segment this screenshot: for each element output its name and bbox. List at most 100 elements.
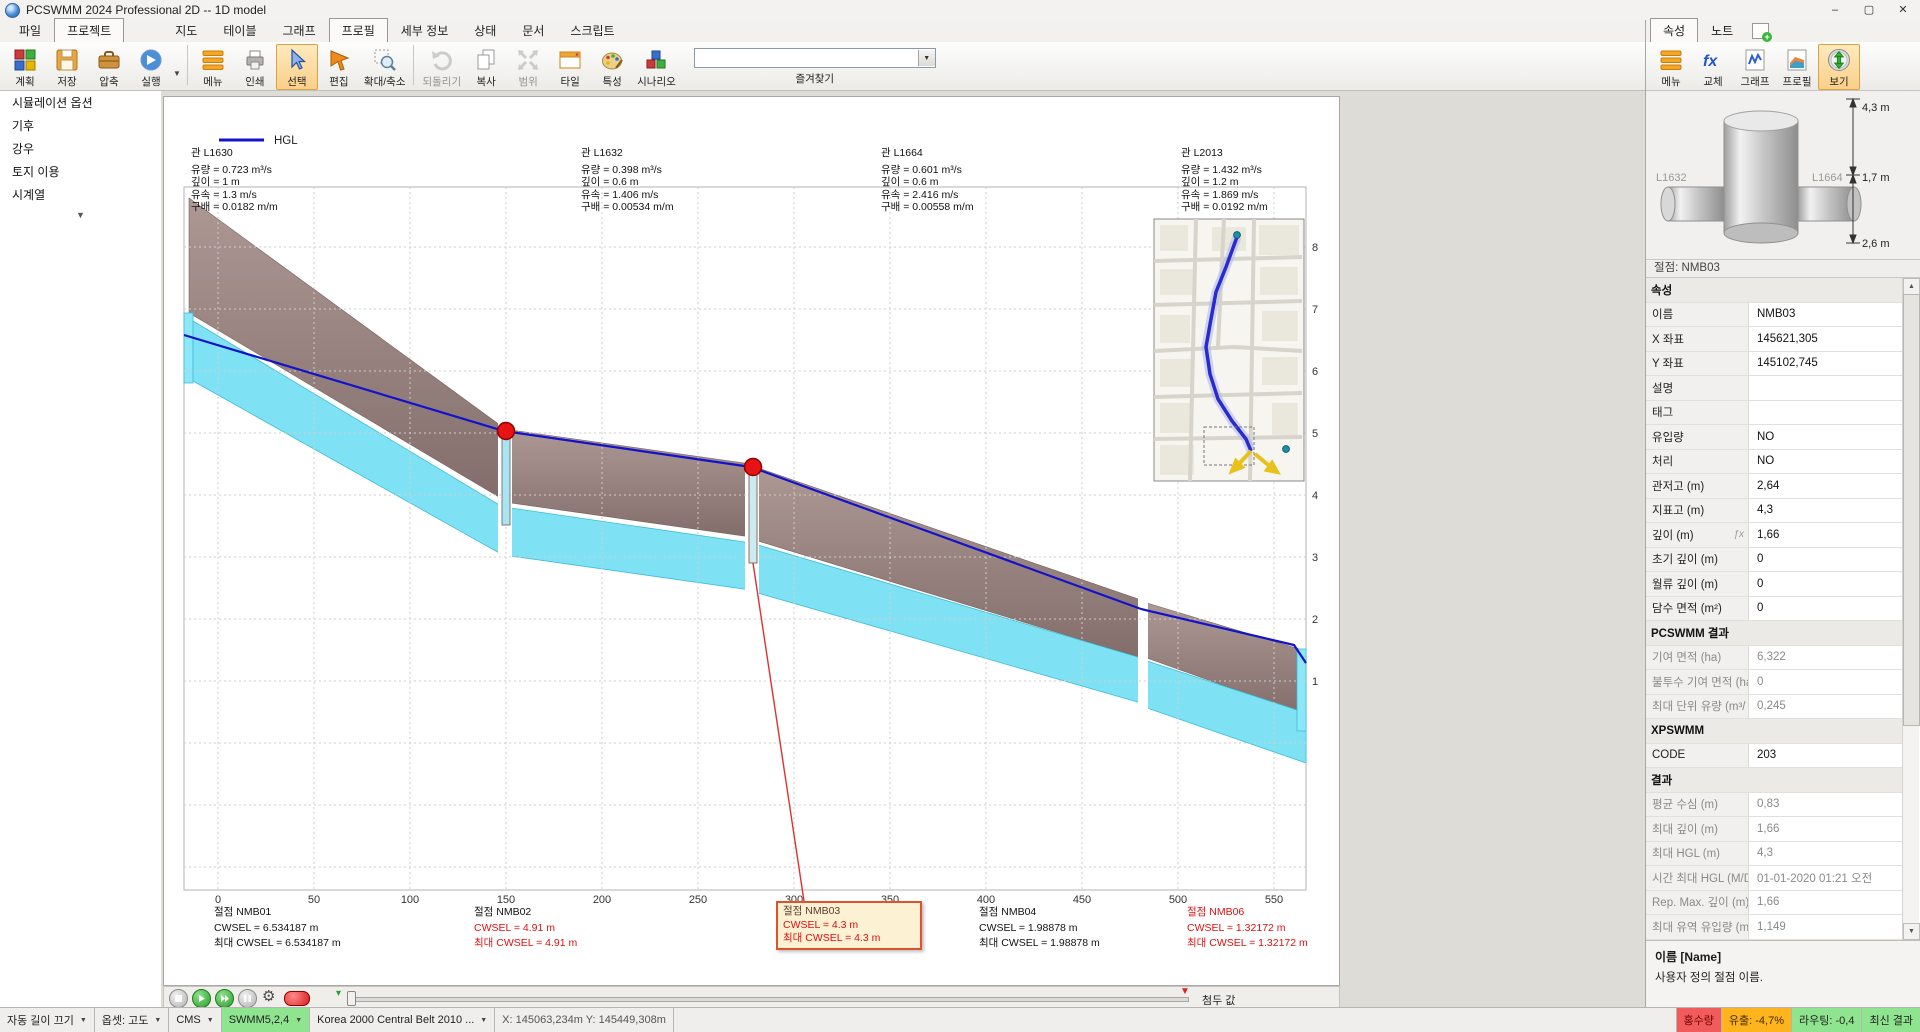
property-row[interactable]: 최대 깊이 (m)1,66 (1646, 817, 1902, 842)
property-row[interactable]: X 좌표145621,305 (1646, 327, 1902, 352)
manhole-shaft-nmb02[interactable] (502, 433, 510, 525)
run-button[interactable]: 실행 (130, 44, 172, 90)
tab-script[interactable]: 스크립트 (557, 18, 627, 42)
tab-profile[interactable]: 프로필 (329, 18, 388, 42)
print-button[interactable]: 인쇄 (234, 44, 276, 90)
pause-button[interactable] (238, 989, 257, 1008)
replace-fx-button[interactable]: fx 교체 (1692, 44, 1734, 90)
property-grid-scrollbar[interactable]: ▲ ▼ (1902, 278, 1919, 940)
property-row[interactable]: 최대 HGL (m)4,3 (1646, 842, 1902, 867)
status-engine[interactable]: SWMM5,2,4▼ (222, 1008, 310, 1032)
status-projection[interactable]: Korea 2000 Central Belt 2010 ...▼ (310, 1008, 495, 1032)
profile-chart[interactable]: HGL 050 100150 200250 300350 400450 5005… (164, 97, 1339, 985)
time-slider-handle[interactable] (347, 991, 356, 1006)
flood-marker-nmb02[interactable] (498, 423, 515, 440)
edit-button[interactable]: 편집 (318, 44, 360, 90)
run-dropdown-caret[interactable]: ▼ (173, 69, 181, 78)
property-row[interactable]: 초기 깊이 (m)0 (1646, 548, 1902, 573)
minimize-button[interactable]: – (1818, 1, 1852, 20)
favorites-caret-icon[interactable]: ▼ (918, 50, 935, 66)
compress-button[interactable]: 압축 (88, 44, 130, 90)
zoom-button[interactable]: 확대/축소 (360, 44, 410, 90)
property-row[interactable]: 지표고 (m)4,3 (1646, 499, 1902, 524)
node-label-nmb04[interactable]: 절점 NMB04 CWSEL = 1.98878 m 최대 CWSEL = 1.… (979, 905, 1169, 952)
add-note-icon[interactable]: + (1752, 23, 1769, 39)
flood-marker-nmb03[interactable] (745, 459, 762, 476)
sidebar-item-timeseries[interactable]: 시계열 (0, 183, 161, 206)
map-inset[interactable] (1154, 219, 1304, 481)
property-row-depth[interactable]: 깊이 (m)ƒx1,66 (1646, 523, 1902, 548)
scenario-button[interactable]: 시나리오 (633, 44, 680, 90)
tile-button[interactable]: 타일 (549, 44, 591, 90)
property-row[interactable]: 월류 깊이 (m)0 (1646, 572, 1902, 597)
step-back-button[interactable] (169, 989, 188, 1008)
rp-profile-button[interactable]: 프로필 (1776, 44, 1818, 90)
property-row[interactable]: 태그 (1646, 401, 1902, 426)
plan-button[interactable]: 계획 (4, 44, 46, 90)
sidebar-item-simulation-options[interactable]: 시뮬레이션 옵션 (0, 91, 161, 114)
property-row[interactable]: 유입량NO (1646, 425, 1902, 450)
tab-file[interactable]: 파일 (6, 18, 54, 42)
tab-properties[interactable]: 속성 (1650, 18, 1698, 42)
property-row[interactable]: Y 좌표145102,745 (1646, 352, 1902, 377)
property-row[interactable]: 이름NMB03 (1646, 303, 1902, 328)
status-offset[interactable]: 옵셋: 고도▼ (95, 1008, 170, 1032)
sidebar-item-landuse[interactable]: 토지 이용 (0, 160, 161, 183)
property-row[interactable]: 처리NO (1646, 450, 1902, 475)
scroll-down-icon[interactable]: ▼ (1903, 923, 1920, 940)
node-label-nmb06[interactable]: 절점 NMB06 CWSEL = 1.32172 m 최대 CWSEL = 1.… (1187, 905, 1377, 952)
time-slider-track[interactable] (349, 997, 1189, 1002)
status-units[interactable]: CMS▼ (169, 1008, 221, 1032)
fx-formula-icon[interactable]: ƒx (1733, 529, 1744, 540)
property-row[interactable]: CODE203 (1646, 744, 1902, 769)
view-button[interactable]: 보기 (1818, 44, 1860, 90)
property-row[interactable]: 설명 (1646, 376, 1902, 401)
property-row[interactable]: 최대 단위 유량 (m³/0,245 (1646, 695, 1902, 720)
scrollbar-thumb[interactable] (1903, 294, 1920, 726)
undo-button[interactable]: 되돌리기 (418, 44, 465, 90)
menu-button[interactable]: 메뉴 (192, 44, 234, 90)
close-button[interactable]: ✕ (1886, 1, 1920, 20)
property-row[interactable]: 최대 유역 유입량 (m1,149 (1646, 915, 1902, 940)
node-label-nmb03-selected[interactable]: 절점 NMB03 CWSEL = 4.3 m 최대 CWSEL = 4.3 m (776, 901, 922, 950)
node-label-nmb01[interactable]: 절점 NMB01 CWSEL = 6.534187 m 최대 CWSEL = 6… (214, 905, 404, 952)
maximize-button[interactable]: ▢ (1852, 1, 1886, 20)
property-row[interactable]: 담수 면적 (m²)0 (1646, 597, 1902, 622)
tab-project[interactable]: 프로젝트 (54, 18, 124, 42)
property-row[interactable]: 기여 면적 (ha)6,322 (1646, 646, 1902, 671)
status-auto-length[interactable]: 자동 길이 끄기▼ (0, 1008, 95, 1032)
sidebar-item-rainfall[interactable]: 강우 (0, 137, 161, 160)
property-row[interactable]: 관저고 (m)2,64 (1646, 474, 1902, 499)
save-button[interactable]: 저장 (46, 44, 88, 90)
tab-document[interactable]: 문서 (509, 18, 557, 42)
rp-menu-button[interactable]: 메뉴 (1650, 44, 1692, 90)
play-button[interactable] (192, 989, 211, 1008)
scroll-up-icon[interactable]: ▲ (1903, 278, 1920, 295)
extent-button[interactable]: 범위 (507, 44, 549, 90)
status-runoff-error-badge[interactable]: 유출: -4,7% (1722, 1008, 1792, 1032)
status-latest-results-badge[interactable]: 최신 결과 (1862, 1008, 1920, 1032)
tab-details[interactable]: 세부 정보 (388, 18, 462, 42)
tab-map[interactable]: 지도 (162, 18, 210, 42)
playback-settings-gear-icon[interactable]: ⚙ (262, 987, 275, 1005)
node-label-nmb02[interactable]: 절점 NMB02 CWSEL = 4.91 m 최대 CWSEL = 4.91 … (474, 905, 664, 952)
tab-graph[interactable]: 그래프 (269, 18, 328, 42)
status-routing-error-badge[interactable]: 라우팅: -0,4 (1792, 1008, 1862, 1032)
profile-chart-panel[interactable]: HGL 050 100150 200250 300350 400450 5005… (163, 96, 1340, 986)
property-row[interactable]: 불투수 기여 면적 (ha0 (1646, 670, 1902, 695)
tab-status[interactable]: 상태 (461, 18, 509, 42)
record-stop-button[interactable] (284, 991, 310, 1006)
favorites-combobox[interactable]: ▼ (694, 48, 936, 68)
fast-forward-button[interactable] (215, 989, 234, 1008)
sidebar-item-climate[interactable]: 기후 (0, 114, 161, 137)
properties-button[interactable]: 특성 (591, 44, 633, 90)
sidebar-expander-icon[interactable]: ▼ (0, 206, 161, 220)
property-row[interactable]: 평균 수심 (m)0,83 (1646, 793, 1902, 818)
manhole-shaft-nmb03[interactable] (749, 469, 757, 563)
rp-graph-button[interactable]: 그래프 (1734, 44, 1776, 90)
tab-notes[interactable]: 노트 (1698, 18, 1746, 42)
tab-table[interactable]: 테이블 (210, 18, 269, 42)
select-button[interactable]: 선택 (276, 44, 318, 90)
status-flooding-badge[interactable]: 홍수량 (1677, 1008, 1722, 1032)
property-row[interactable]: 시간 최대 HGL (M/D01-01-2020 01:21 오전 (1646, 866, 1902, 891)
